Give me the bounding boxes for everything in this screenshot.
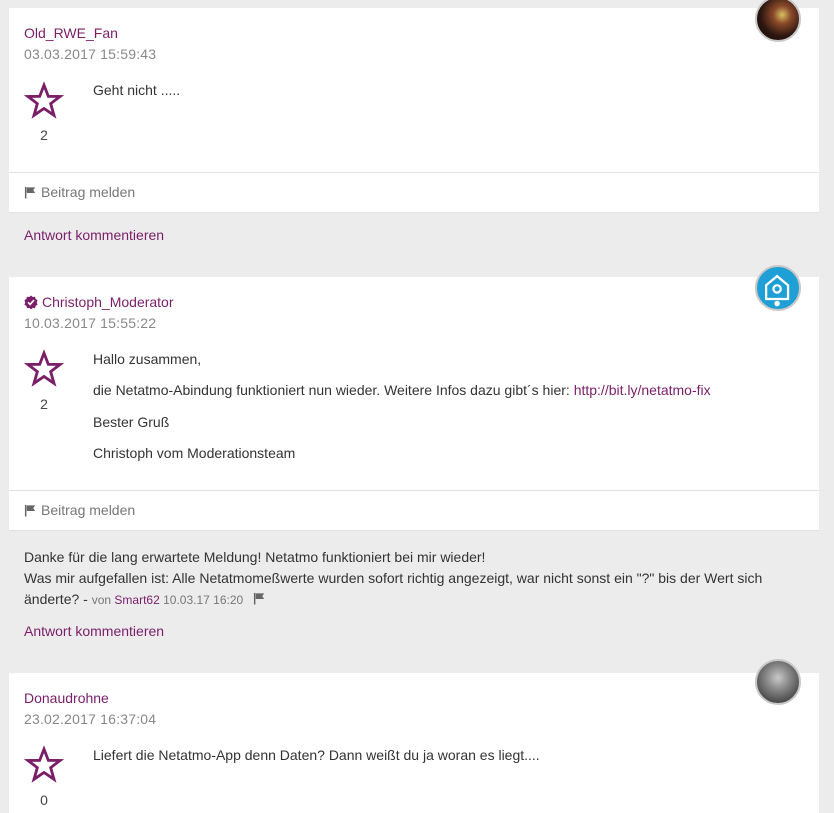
post-text-line: Bester Gruß (93, 414, 170, 430)
post-text-line: Hallo zusammen, (93, 351, 202, 367)
comment-text-line: änderte? - von Smart62 10.03.17 16:20 (24, 589, 804, 611)
home-icon (764, 274, 790, 307)
comment-by-prefix: von (91, 593, 115, 607)
comment-date: 10.03.17 16:20 (159, 593, 244, 607)
vote-count: 2 (40, 127, 48, 143)
post-date: 03.03.2017 15:59:43 (24, 46, 157, 62)
report-label: Beitrag melden (41, 502, 136, 518)
post-link[interactable]: http://bit.ly/netatmo-fix (574, 382, 711, 398)
author-link[interactable]: Donaudrohne (24, 690, 109, 706)
comment-text-line: Was mir aufgefallen ist: Alle Netatmomeß… (24, 570, 763, 586)
reply-link[interactable]: Antwort kommentieren (24, 623, 164, 639)
star-icon[interactable] (24, 745, 64, 785)
comment-text-line: Danke für die lang erwartete Meldung! Ne… (24, 549, 486, 565)
comment-text-span: änderte? - (24, 591, 92, 607)
report-button[interactable]: Beitrag melden (24, 502, 135, 518)
comment-author-link[interactable]: Smart62 (114, 593, 159, 607)
post-text: Liefert die Netatmo-App denn Daten? Dann… (93, 747, 540, 763)
avatar[interactable] (755, 659, 801, 705)
report-bar: Beitrag melden (9, 490, 819, 531)
author-line: Christoph_Moderator (24, 294, 174, 310)
author-link[interactable]: Christoph_Moderator (42, 294, 174, 310)
post-text: Geht nicht ..... (93, 82, 181, 98)
flag-icon (24, 186, 36, 199)
post-card: Old_RWE_Fan 03.03.2017 15:59:43 2 Geht n… (9, 8, 819, 172)
post-date: 23.02.2017 16:37:04 (24, 711, 157, 727)
vote-count: 2 (40, 396, 48, 412)
report-button[interactable]: Beitrag melden (24, 184, 135, 200)
post-card: Christoph_Moderator 10.03.2017 15:55:22 … (9, 277, 819, 490)
post-card: Donaudrohne 23.02.2017 16:37:04 0 Liefer… (9, 673, 819, 813)
post-text-span: die Netatmo-Abindung funktioniert nun wi… (93, 382, 574, 398)
report-label: Beitrag melden (41, 184, 136, 200)
flag-icon[interactable] (253, 592, 266, 605)
comment-byline: von Smart62 10.03.17 16:20 (92, 593, 243, 607)
star-icon[interactable] (24, 81, 64, 121)
avatar[interactable] (755, 265, 801, 311)
comment: Danke für die lang erwartete Meldung! Ne… (24, 547, 804, 611)
reply-link[interactable]: Antwort kommentieren (24, 227, 164, 243)
post-text-line: die Netatmo-Abindung funktioniert nun wi… (93, 382, 711, 398)
report-bar: Beitrag melden (9, 172, 819, 213)
star-icon[interactable] (24, 349, 64, 389)
author-link[interactable]: Old_RWE_Fan (24, 25, 118, 41)
post-date: 10.03.2017 15:55:22 (24, 315, 157, 331)
flag-icon (24, 504, 36, 517)
post-text-line: Christoph vom Moderationsteam (93, 445, 296, 461)
verified-badge-icon (24, 295, 38, 309)
